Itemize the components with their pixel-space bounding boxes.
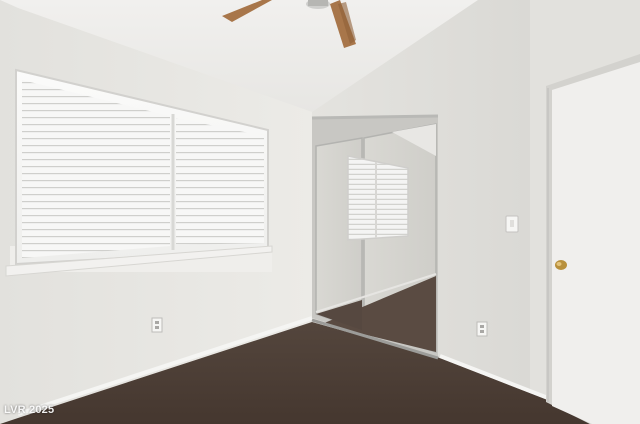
- bedroom-photo: LVR 2025: [0, 0, 640, 424]
- bedroom-door: [546, 54, 640, 424]
- door-knob-icon: [555, 260, 567, 270]
- room-scene: [0, 0, 640, 424]
- mirror-reflected-window: [347, 155, 409, 241]
- outlet-icon-right: [476, 321, 488, 337]
- light-switch-icon: [505, 215, 519, 233]
- watermark-label: LVR 2025: [4, 404, 55, 416]
- outlet-icon: [151, 317, 163, 333]
- mirror-closet: [311, 114, 439, 360]
